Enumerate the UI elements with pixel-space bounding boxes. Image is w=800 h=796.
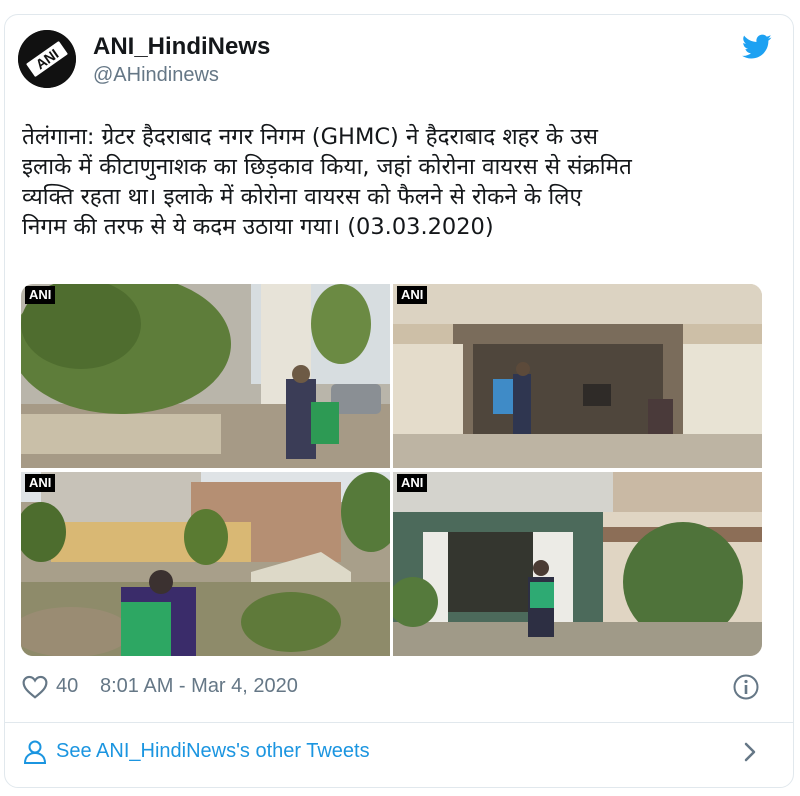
avatar[interactable]: ANI [18,30,76,88]
ani-watermark: ANI [397,286,428,304]
tweet-media-grid[interactable]: ANI ANI ANI ANI [21,284,762,656]
tweet-header: ANI ANI_HindiNews @AHindinews [18,30,778,90]
ani-watermark: ANI [25,474,56,492]
tweet-photo-4[interactable]: ANI [393,472,762,656]
info-icon[interactable] [732,673,760,701]
chevron-right-icon[interactable] [740,740,760,764]
tweet-timestamp[interactable]: 8:01 AM - Mar 4, 2020 [100,675,298,698]
ani-watermark: ANI [397,474,428,492]
tweet-photo-2[interactable]: ANI [393,284,762,468]
display-name[interactable]: ANI_HindiNews [93,32,270,62]
tweet-photo-3[interactable]: ANI [21,472,390,656]
tweet-actions: 40 8:01 AM - Mar 4, 2020 [22,673,772,703]
tweet-photo-1[interactable]: ANI [21,284,390,468]
twitter-bird-icon[interactable] [742,34,772,60]
like-count[interactable]: 40 [56,675,78,698]
person-icon [23,740,47,764]
user-handle[interactable]: @AHindinews [93,62,270,88]
divider [4,722,794,723]
see-other-tweets-label[interactable]: See ANI_HindiNews's other Tweets [56,740,370,763]
heart-icon[interactable] [22,675,48,699]
see-other-tweets-link[interactable]: See ANI_HindiNews's other Tweets [22,735,772,769]
tweet-text: तेलंगाना: ग्रेटर हैदराबाद नगर निगम (GHMC… [22,124,632,240]
ani-watermark: ANI [25,286,56,304]
